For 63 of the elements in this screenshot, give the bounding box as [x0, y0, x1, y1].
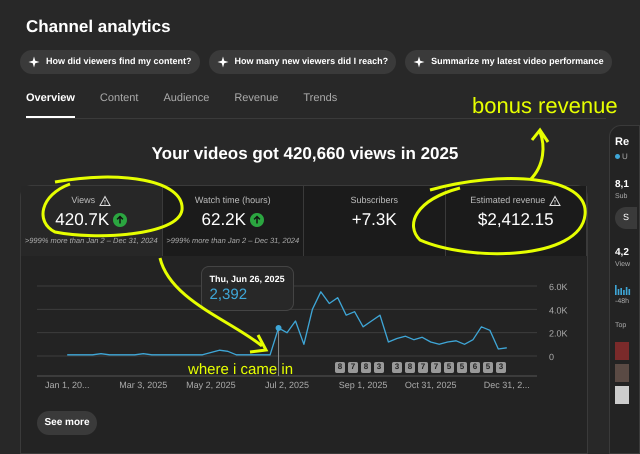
tab[interactable]: Revenue — [234, 90, 278, 118]
y-axis-label: 6.0K — [549, 282, 568, 292]
x-axis-label: Oct 31, 2025 — [404, 380, 456, 390]
x-axis-label: Sep 1, 2025 — [338, 380, 388, 390]
side-button[interactable]: S — [615, 207, 637, 229]
tooltip-date: Thu, Jun 26, 2025 — [210, 272, 285, 286]
metric-label: Watch time (hours) — [194, 194, 271, 207]
metric-label: Estimated revenue — [470, 194, 546, 207]
video-marker[interactable]: 7 — [418, 362, 428, 372]
video-marker[interactable]: 5 — [444, 362, 454, 372]
handwritten-note: where i came in — [188, 362, 294, 377]
data-point — [276, 324, 282, 330]
sparkle-icon — [28, 56, 40, 68]
x-axis-label: May 2, 2025 — [186, 380, 236, 390]
tab[interactable]: Content — [100, 90, 138, 118]
thumbnail-placeholder — [615, 342, 629, 360]
video-marker[interactable]: 6 — [470, 362, 480, 372]
side-value: 8,1 — [615, 178, 630, 192]
metric-label: Subscribers — [350, 194, 398, 207]
metric-value: $2,412.15 — [478, 208, 554, 231]
x-axis-label: Mar 3, 2025 — [119, 380, 168, 390]
sparkle-icon — [413, 56, 426, 68]
tooltip-value: 2,392 — [210, 286, 248, 304]
suggestion-chip[interactable]: How did viewers find my content? — [20, 50, 200, 74]
bar-chart-icon — [615, 282, 631, 294]
x-axis-label: Jan 1, 20... — [44, 380, 90, 390]
video-marker[interactable]: 3 — [496, 362, 506, 372]
video-marker[interactable]: 8 — [405, 362, 415, 372]
side-value: 4,2 — [615, 246, 630, 260]
arrow-scribble — [528, 128, 550, 182]
thumbnail-placeholder — [615, 364, 629, 382]
video-marker[interactable]: 5 — [483, 362, 493, 372]
suggestion-chip[interactable]: How many new viewers did I reach? — [208, 50, 396, 74]
metric-value: +7.3K — [352, 208, 397, 231]
x-axis-label: Dec 31, 2... — [484, 380, 530, 390]
x-axis-label: Jul 2, 2025 — [264, 380, 310, 390]
side-title: Re — [615, 135, 630, 150]
metric-tile[interactable]: Subscribers +7.3K — [304, 186, 446, 256]
sparkle-icon — [216, 56, 229, 68]
metric-value: 420.7K — [55, 208, 110, 231]
metric-label: Views — [71, 194, 96, 207]
video-marker[interactable]: 5 — [457, 362, 467, 372]
tab[interactable]: Overview — [26, 90, 75, 118]
video-marker[interactable]: 8 — [335, 362, 345, 372]
headline: Your videos got 420,660 views in 2025 — [150, 143, 460, 165]
video-marker[interactable]: 3 — [392, 362, 402, 372]
video-marker[interactable]: 7 — [431, 362, 441, 372]
see-more-button[interactable]: See more — [37, 410, 97, 434]
thumbnail-placeholder — [615, 386, 629, 404]
metric-tile[interactable]: Estimated revenue $2,412.15 — [446, 186, 587, 256]
page-title: Channel analytics — [26, 16, 172, 38]
metric-value: 62.2K — [202, 208, 246, 231]
video-marker[interactable]: 8 — [361, 362, 371, 372]
tab[interactable]: Trends — [303, 90, 338, 118]
video-marker[interactable]: 3 — [374, 362, 384, 372]
side-status: U — [622, 150, 628, 162]
suggestion-chip[interactable]: Summarize my latest video performance — [405, 50, 612, 74]
y-axis-label: 2.0K — [549, 328, 568, 338]
y-axis-label: 0 — [549, 352, 554, 362]
video-marker[interactable]: 7 — [348, 362, 358, 372]
y-axis-label: 4.0K — [549, 304, 568, 315]
tab[interactable]: Audience — [163, 90, 210, 118]
handwritten-note: bonus revenue — [472, 95, 618, 117]
